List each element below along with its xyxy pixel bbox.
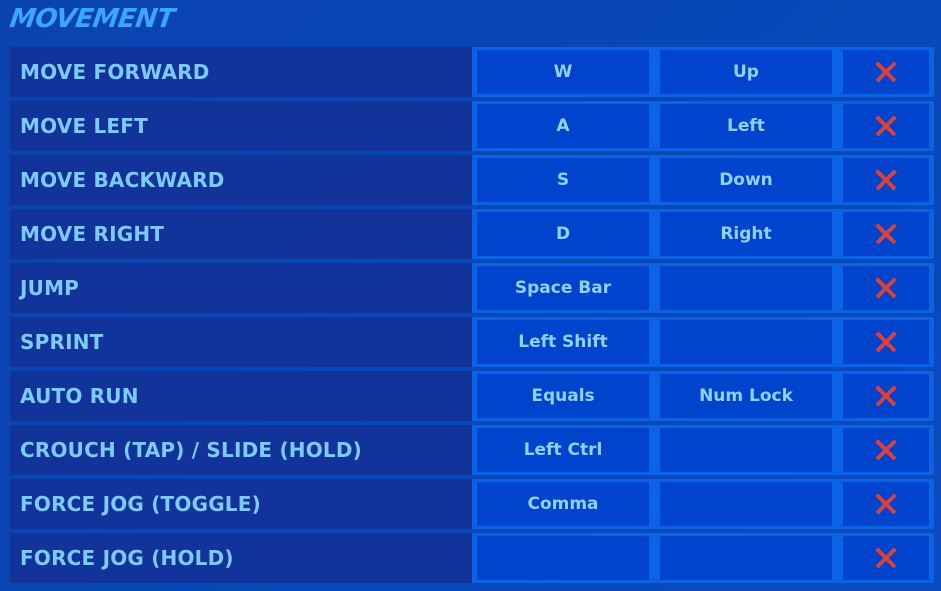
close-icon: [875, 331, 897, 353]
keybinding-row: SPRINT Left Shift: [10, 317, 934, 367]
binding-slots: A Left: [472, 101, 934, 151]
secondary-key-button[interactable]: [660, 482, 832, 526]
binding-slots: S Down: [472, 155, 934, 205]
secondary-key-button[interactable]: Left: [660, 104, 832, 148]
close-icon: [875, 169, 897, 191]
keybinding-row: MOVE RIGHT D Right: [10, 209, 934, 259]
action-label: CROUCH (TAP) / SLIDE (HOLD): [10, 425, 472, 475]
secondary-key-button[interactable]: Num Lock: [660, 374, 832, 418]
binding-slots: [472, 533, 934, 583]
clear-binding-button[interactable]: [843, 50, 929, 94]
clear-binding-button[interactable]: [843, 374, 929, 418]
close-icon: [875, 493, 897, 515]
keybinding-row: CROUCH (TAP) / SLIDE (HOLD) Left Ctrl: [10, 425, 934, 475]
primary-key-button[interactable]: D: [477, 212, 649, 256]
close-icon: [875, 61, 897, 83]
primary-key-button[interactable]: Equals: [477, 374, 649, 418]
binding-slots: W Up: [472, 47, 934, 97]
action-label: AUTO RUN: [10, 371, 472, 421]
binding-slots: Left Shift: [472, 317, 934, 367]
secondary-key-button[interactable]: Down: [660, 158, 832, 202]
keybinding-row: MOVE BACKWARD S Down: [10, 155, 934, 205]
action-label: MOVE LEFT: [10, 101, 472, 151]
primary-key-button[interactable]: Left Shift: [477, 320, 649, 364]
primary-key-button[interactable]: Left Ctrl: [477, 428, 649, 472]
primary-key-button[interactable]: Space Bar: [477, 266, 649, 310]
action-label: JUMP: [10, 263, 472, 313]
secondary-key-button[interactable]: Right: [660, 212, 832, 256]
close-icon: [875, 277, 897, 299]
action-label: MOVE RIGHT: [10, 209, 472, 259]
clear-binding-button[interactable]: [843, 482, 929, 526]
binding-slots: Space Bar: [472, 263, 934, 313]
keybinding-row: JUMP Space Bar: [10, 263, 934, 313]
primary-key-button[interactable]: Comma: [477, 482, 649, 526]
clear-binding-button[interactable]: [843, 212, 929, 256]
clear-binding-button[interactable]: [843, 428, 929, 472]
binding-slots: Left Ctrl: [472, 425, 934, 475]
action-label: SPRINT: [10, 317, 472, 367]
action-label: FORCE JOG (TOGGLE): [10, 479, 472, 529]
secondary-key-button[interactable]: [660, 266, 832, 310]
close-icon: [875, 547, 897, 569]
secondary-key-button[interactable]: [660, 320, 832, 364]
clear-binding-button[interactable]: [843, 104, 929, 148]
keybinding-row: AUTO RUN Equals Num Lock: [10, 371, 934, 421]
close-icon: [875, 223, 897, 245]
secondary-key-button[interactable]: [660, 428, 832, 472]
binding-slots: D Right: [472, 209, 934, 259]
close-icon: [875, 385, 897, 407]
action-label: MOVE BACKWARD: [10, 155, 472, 205]
clear-binding-button[interactable]: [843, 266, 929, 310]
action-label: FORCE JOG (HOLD): [10, 533, 472, 583]
close-icon: [875, 439, 897, 461]
keybinding-row: FORCE JOG (TOGGLE) Comma: [10, 479, 934, 529]
keybinding-row: MOVE FORWARD W Up: [10, 47, 934, 97]
clear-binding-button[interactable]: [843, 320, 929, 364]
secondary-key-button[interactable]: Up: [660, 50, 832, 94]
action-label: MOVE FORWARD: [10, 47, 472, 97]
secondary-key-button[interactable]: [660, 536, 832, 580]
primary-key-button[interactable]: [477, 536, 649, 580]
primary-key-button[interactable]: W: [477, 50, 649, 94]
clear-binding-button[interactable]: [843, 536, 929, 580]
primary-key-button[interactable]: A: [477, 104, 649, 148]
keybinding-row: MOVE LEFT A Left: [10, 101, 934, 151]
binding-slots: Equals Num Lock: [472, 371, 934, 421]
keybinding-list: MOVE FORWARD W Up MOVE LEFT A Left MOVE …: [10, 47, 934, 587]
binding-slots: Comma: [472, 479, 934, 529]
section-title: MOVEMENT: [7, 4, 177, 34]
keybinding-row: FORCE JOG (HOLD): [10, 533, 934, 583]
primary-key-button[interactable]: S: [477, 158, 649, 202]
clear-binding-button[interactable]: [843, 158, 929, 202]
close-icon: [875, 115, 897, 137]
